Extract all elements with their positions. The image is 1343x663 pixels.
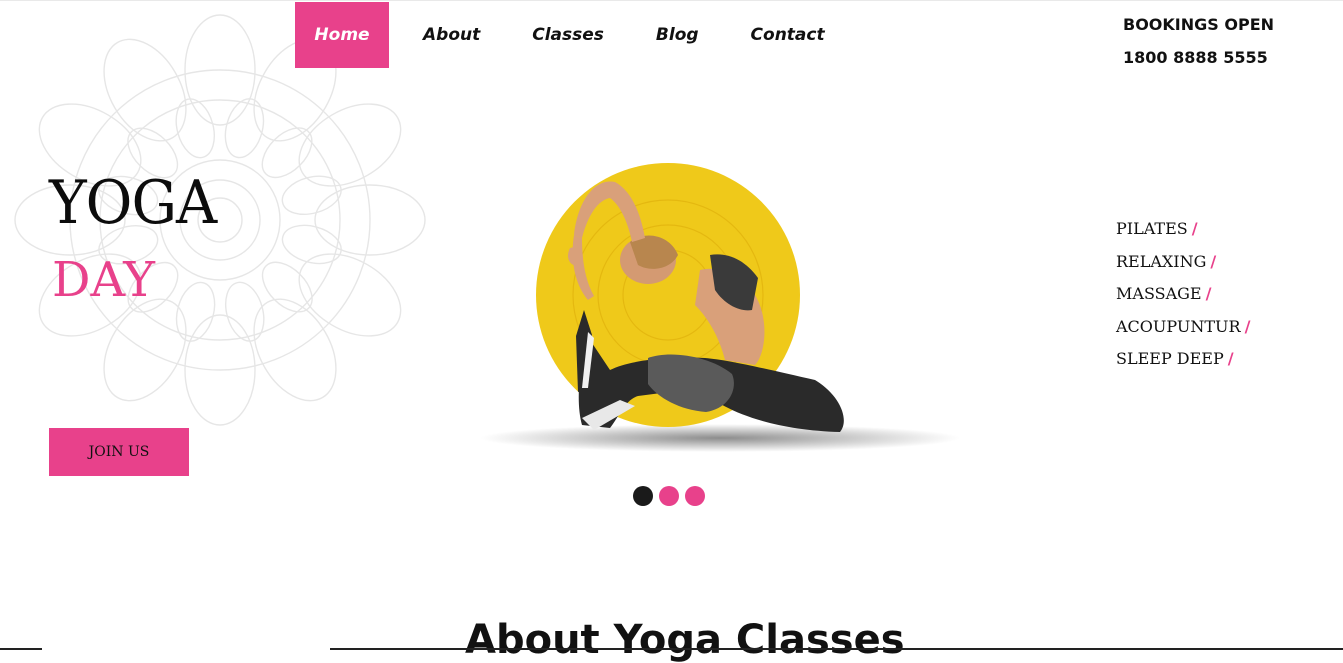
bookings-phone[interactable]: 1800 8888 5555 xyxy=(1123,41,1274,74)
bookings-info: BOOKINGS OPEN 1800 8888 5555 xyxy=(1123,8,1274,74)
nav-blog[interactable]: Blog xyxy=(630,2,725,68)
nav-about[interactable]: About xyxy=(389,2,506,68)
nav-home[interactable]: Home xyxy=(295,2,389,68)
hero-title-yoga: YOGA xyxy=(49,168,217,238)
top-border xyxy=(0,0,1343,1)
slider-dot-2[interactable] xyxy=(659,486,679,506)
bookings-label: BOOKINGS OPEN xyxy=(1123,15,1275,34)
service-item[interactable]: RELAXING / xyxy=(1116,249,1250,282)
join-us-button[interactable]: JOIN US xyxy=(49,428,189,476)
service-item[interactable]: SLEEP DEEP / xyxy=(1116,346,1250,379)
main-nav: Home About Classes Blog Contact xyxy=(295,2,851,68)
slider-dots xyxy=(633,486,705,506)
services-list: PILATES / RELAXING / MASSAGE / ACOUPUNTUR / … xyxy=(1116,216,1250,379)
hero-title-day: DAY xyxy=(52,252,155,308)
service-item[interactable]: ACOUPUNTUR / xyxy=(1116,314,1250,347)
slider-dot-1[interactable] xyxy=(633,486,653,506)
slider-dot-3[interactable] xyxy=(685,486,705,506)
nav-classes[interactable]: Classes xyxy=(506,2,630,68)
about-section-title: About Yoga Classes xyxy=(465,617,905,663)
nav-contact[interactable]: Contact xyxy=(725,2,851,68)
yoga-pose-image xyxy=(480,163,960,452)
service-item[interactable]: PILATES / xyxy=(1116,216,1250,249)
service-item[interactable]: MASSAGE / xyxy=(1116,281,1250,314)
